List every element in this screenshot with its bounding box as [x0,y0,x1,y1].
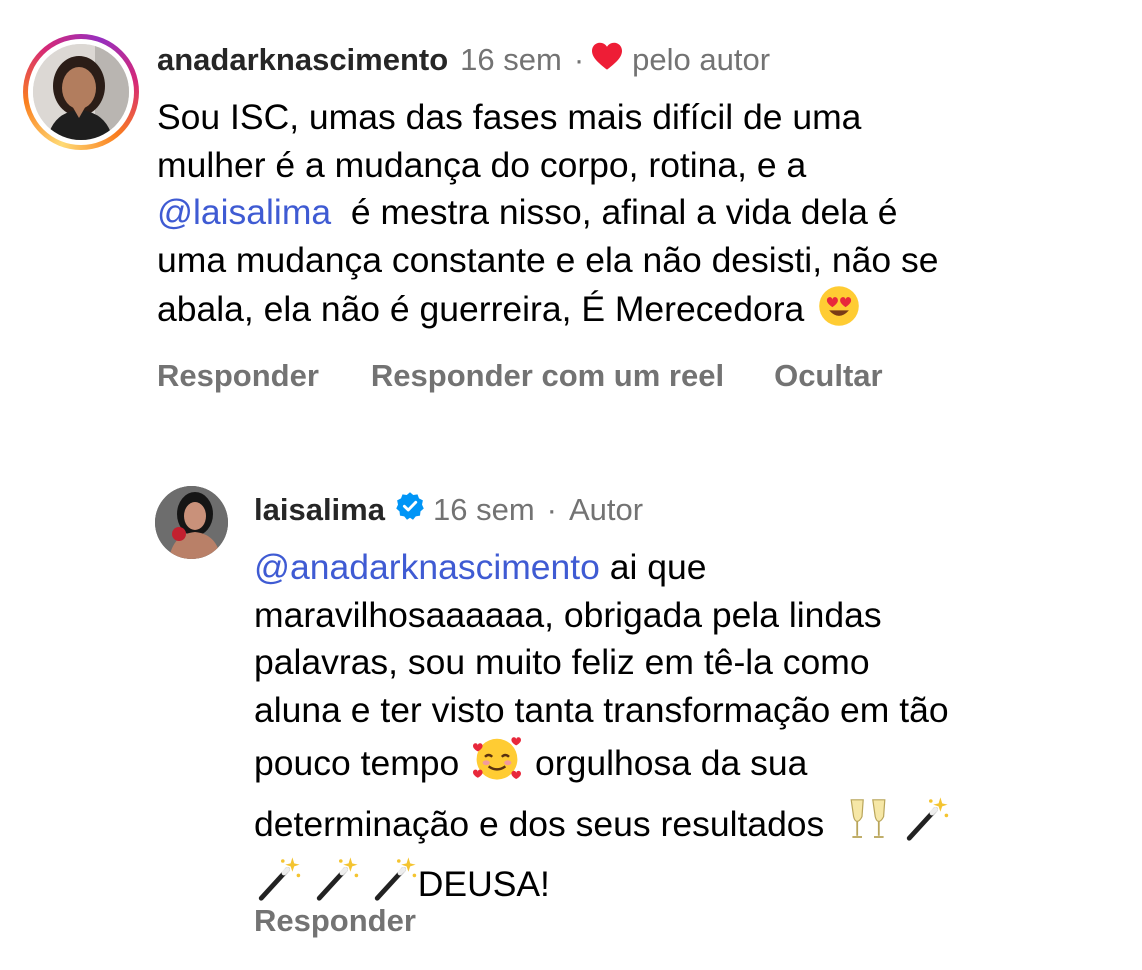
comment-line: Sou ISC, umas das fases mais difícil de … [157,97,862,137]
liked-by-author-label: pelo autor [632,42,771,77]
heart-eyes-emoji [814,284,864,341]
avatar[interactable] [33,44,129,140]
comment-text: Sou ISC, umas das fases mais difícil de … [157,94,939,341]
comment-line-text: é mestra nisso, afinal a vida dela é [350,192,898,232]
verified-badge-icon [395,491,425,529]
clinking-glasses-emoji [844,795,892,856]
comment-line: @laisalima é mestra nisso, afinal a vida… [157,189,939,237]
comment-line: aluna e ter visto tanta transformação em… [254,689,949,730]
meta-separator: · [573,42,585,77]
meta-separator: · [546,492,557,527]
author-label: Autor [568,492,644,527]
mention-link[interactable]: @anadarknascimento [254,547,600,587]
comment-line-text: abala, ela não é guerreira, É Merecedora [157,289,805,329]
comment-line: abala, ela não é guerreira, É Merecedora [157,284,939,341]
comment-line-text: orgulhosa da sua [535,743,808,783]
comment-line: palavras, sou muito feliz em tê-la como [254,642,870,682]
reply-text: @anadarknascimento ai que maravilhosaaaa… [254,544,950,916]
reply-with-reel-button[interactable]: Responder com um reel [371,358,724,394]
comment-line-text: ai que [599,547,707,587]
comment-header: anadarknascimento 16 sem · pelo autor [157,40,770,80]
comment-line: @anadarknascimento ai que [254,544,950,592]
username[interactable]: anadarknascimento [157,42,448,78]
hide-button[interactable]: Ocultar [774,358,883,394]
comment-line: maravilhosaaaaaa, obrigada pela lindas [254,594,882,635]
comment-line-text: DEUSA! [417,864,550,904]
comment-header: laisalima 16 sem · Autor [254,490,643,530]
mention-link[interactable]: @laisalima [157,192,331,232]
comment-line: pouco tempo orgulhosa da sua [254,734,950,795]
username[interactable]: laisalima [254,492,385,528]
avatar[interactable] [155,486,228,559]
comment-time: 16 sem [460,42,562,77]
comment-time: 16 sem [432,492,535,527]
comment-anadarknascimento: anadarknascimento 16 sem · pelo autor So… [0,0,1142,430]
reply-button[interactable]: Responder [157,358,319,394]
heart-icon [590,41,624,79]
comment-line: mulher é a mudança do corpo, rotina, e a [157,144,807,185]
reply-actions: Responder [254,903,416,939]
comment-actions: Responder Responder com um reel Ocultar [157,358,883,394]
smiling-face-with-hearts-emoji [469,734,525,795]
magic-wand-emoji [902,795,950,856]
comment-line-text: determinação e dos seus resultados [254,803,825,844]
comment-line: uma mudança constante e ela não desisti,… [157,239,939,280]
comment-line: determinação e dos seus resultados [254,795,950,856]
comment-line-text: pouco tempo [254,743,460,783]
reply-button[interactable]: Responder [254,903,416,939]
